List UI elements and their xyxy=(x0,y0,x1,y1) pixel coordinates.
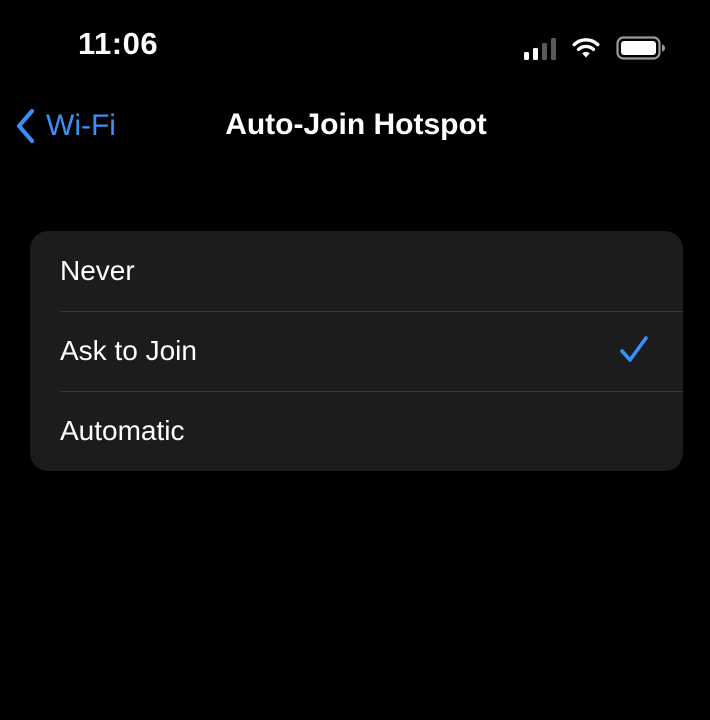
status-bar: 11:06 xyxy=(0,0,710,92)
wifi-icon xyxy=(572,38,600,58)
status-icons xyxy=(524,34,666,60)
option-ask-to-join[interactable]: Ask to Join xyxy=(30,311,683,391)
cellular-signal-icon xyxy=(524,38,556,60)
option-label: Never xyxy=(60,255,135,286)
battery-icon xyxy=(616,36,665,60)
option-never[interactable]: Never xyxy=(30,231,683,311)
option-label: Ask to Join xyxy=(60,335,197,366)
option-automatic[interactable]: Automatic xyxy=(30,391,683,471)
status-time: 11:06 xyxy=(78,26,159,61)
auto-join-options-list: Never Ask to Join Automatic xyxy=(30,231,683,471)
navigation-bar: Wi-Fi Auto-Join Hotspot xyxy=(0,92,710,162)
checkmark-icon xyxy=(620,336,648,362)
option-label: Automatic xyxy=(60,415,185,446)
settings-screen: 11:06 Wi-Fi Auto-Join Hotspot Never Ask … xyxy=(0,0,710,720)
page-title: Auto-Join Hotspot xyxy=(225,108,487,141)
